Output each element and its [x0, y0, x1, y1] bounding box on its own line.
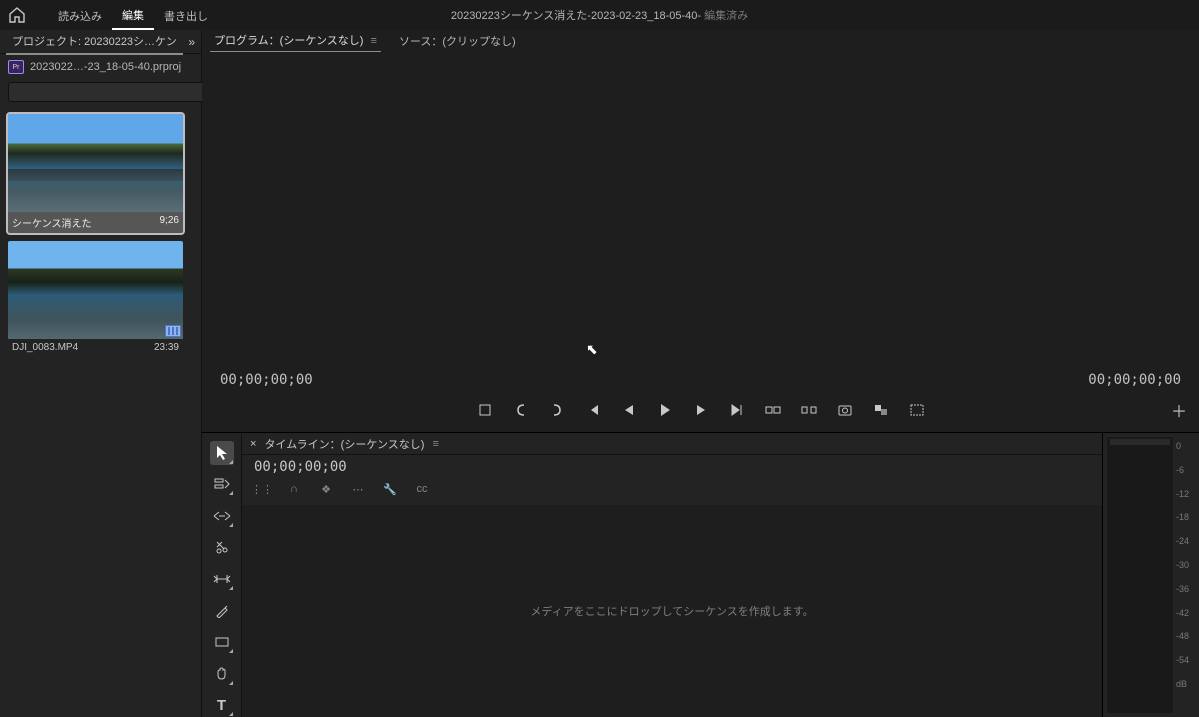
project-bins[interactable]: シーケンス消えた 9;26 DJI_0083.MP4 23:39	[0, 106, 201, 717]
duration-timecode: 00;00;00;00	[1088, 372, 1181, 388]
audio-meter-track	[1107, 437, 1173, 713]
timeline-timecode[interactable]: 00;00;00;00	[254, 459, 347, 475]
rectangle-tool[interactable]	[210, 630, 234, 654]
home-icon[interactable]	[8, 6, 26, 24]
lower-panels: T × タイムライン：(シーケンスなし) ≡ 00;00;00;00 ⋮⋮ ∩ …	[202, 433, 1199, 717]
marker-button[interactable]: ⋯	[350, 481, 366, 497]
clip-duration: 9;26	[160, 215, 179, 230]
clip-name: DJI_0083.MP4	[12, 342, 78, 353]
search-input[interactable]	[8, 82, 207, 102]
hand-tool[interactable]	[210, 662, 234, 686]
button-editor-button[interactable]: ＋	[1171, 398, 1187, 422]
meter-tick: -54	[1173, 655, 1195, 665]
timeline-drop-hint: メディアをここにドロップしてシーケンスを作成します。	[530, 603, 813, 619]
transport-controls: ＋	[202, 388, 1199, 432]
mouse-cursor-icon: ⬉	[586, 341, 598, 358]
project-panel: プロジェクト: 20230223シ…ケン » Pr 2023022…-23_18…	[0, 30, 202, 717]
play-button[interactable]	[656, 401, 674, 419]
meter-tick: -6	[1173, 465, 1195, 475]
insert-sequence-button[interactable]: ⋮⋮	[254, 481, 270, 497]
linked-selection-button[interactable]: ❖	[318, 481, 334, 497]
window-title-main: 20230223シーケンス消えた-2023-02-23_18-05-40-	[451, 10, 704, 22]
source-tab[interactable]: ソース：(クリップなし)	[395, 30, 520, 52]
monitor-tab-bar: プログラム：(シーケンスなし) ≡ ソース：(クリップなし)	[202, 30, 1199, 52]
premiere-project-icon: Pr	[8, 60, 24, 74]
project-file-row[interactable]: Pr 2023022…-23_18-05-40.prproj	[0, 54, 201, 78]
meter-tick: -42	[1173, 608, 1195, 618]
video-clip-icon	[165, 325, 181, 337]
meter-tick: 0	[1173, 441, 1195, 451]
track-select-tool[interactable]	[210, 473, 234, 497]
pen-tool[interactable]	[210, 599, 234, 623]
timeline-panel: × タイムライン：(シーケンスなし) ≡ 00;00;00;00 ⋮⋮ ∩ ❖ …	[242, 433, 1103, 717]
meter-tick: -30	[1173, 560, 1195, 570]
clip-thumbnail	[8, 114, 183, 212]
meter-tick: -12	[1173, 489, 1195, 499]
mark-out-button[interactable]	[548, 401, 566, 419]
extract-button[interactable]	[800, 401, 818, 419]
comparison-view-button[interactable]	[872, 401, 890, 419]
timeline-option-buttons: ⋮⋮ ∩ ❖ ⋯ 🔧 cc	[242, 477, 1102, 501]
clip-thumbnail	[8, 241, 183, 339]
panel-overflow-icon[interactable]: »	[188, 35, 195, 49]
mark-clip-button[interactable]	[476, 401, 494, 419]
go-to-out-button[interactable]	[728, 401, 746, 419]
razor-tool[interactable]	[210, 536, 234, 560]
go-to-in-button[interactable]	[584, 401, 602, 419]
ripple-edit-tool[interactable]	[210, 504, 234, 528]
program-tab-label: プログラム：(シーケンスなし)	[214, 35, 363, 47]
selection-tool[interactable]	[210, 441, 234, 465]
right-column: プログラム：(シーケンスなし) ≡ ソース：(クリップなし) ⬉ 00;00;0…	[202, 30, 1199, 717]
program-viewer[interactable]: ⬉	[202, 52, 1199, 368]
meter-tick: -36	[1173, 584, 1195, 594]
left-column: プロジェクト: 20230223シ…ケン » Pr 2023022…-23_18…	[0, 30, 202, 717]
project-panel-tab[interactable]: プロジェクト: 20230223シ…ケン	[6, 29, 183, 55]
workspace-tab-edit[interactable]: 編集	[112, 1, 154, 30]
timecode-row: 00;00;00;00 00;00;00;00	[202, 368, 1199, 388]
workspace-tab-export[interactable]: 書き出し	[154, 2, 218, 29]
window-title: 20230223シーケンス消えた-2023-02-23_18-05-40- 編集…	[451, 7, 748, 23]
clip-card-sequence[interactable]: シーケンス消えた 9;26	[8, 114, 183, 233]
meter-tick: dB	[1173, 679, 1195, 689]
snap-button[interactable]: ∩	[286, 481, 302, 497]
workspace-tab-import[interactable]: 読み込み	[48, 2, 112, 29]
timeline-tab-bar: × タイムライン：(シーケンスなし) ≡	[242, 433, 1102, 455]
timeline-toolbar: T	[202, 433, 242, 717]
captions-button[interactable]: cc	[414, 481, 430, 497]
current-timecode[interactable]: 00;00;00;00	[220, 372, 313, 388]
project-search-row: ▸◂	[0, 78, 201, 106]
lift-button[interactable]	[764, 401, 782, 419]
timeline-tab-label[interactable]: タイムライン：(シーケンスなし)	[264, 436, 424, 452]
project-file-name: 2023022…-23_18-05-40.prproj	[30, 61, 181, 73]
timeline-header: 00;00;00;00	[242, 455, 1102, 477]
program-tab[interactable]: プログラム：(シーケンスなし) ≡	[210, 29, 381, 53]
workspace: プロジェクト: 20230223シ…ケン » Pr 2023022…-23_18…	[0, 30, 1199, 717]
meter-tick: -48	[1173, 631, 1195, 641]
slip-tool[interactable]	[210, 567, 234, 591]
window-title-suffix: 編集済み	[704, 10, 748, 22]
meter-tick: -24	[1173, 536, 1195, 546]
step-forward-button[interactable]	[692, 401, 710, 419]
audio-meter-scale: 0 -6 -12 -18 -24 -30 -36 -42 -48 -54 dB	[1173, 437, 1195, 713]
timeline-panel-menu-icon[interactable]: ≡	[432, 438, 438, 450]
export-frame-button[interactable]	[836, 401, 854, 419]
close-timeline-tab-button[interactable]: ×	[250, 438, 256, 450]
timeline-settings-button[interactable]: 🔧	[382, 481, 398, 497]
project-panel-tabs: プロジェクト: 20230223シ…ケン »	[0, 30, 201, 54]
meter-tick: -18	[1173, 512, 1195, 522]
audio-meter-panel: 0 -6 -12 -18 -24 -30 -36 -42 -48 -54 dB	[1103, 433, 1199, 717]
type-tool[interactable]: T	[210, 694, 234, 717]
program-monitor: プログラム：(シーケンスなし) ≡ ソース：(クリップなし) ⬉ 00;00;0…	[202, 30, 1199, 433]
step-back-button[interactable]	[620, 401, 638, 419]
clip-duration: 23:39	[154, 342, 179, 353]
program-tab-menu-icon[interactable]: ≡	[371, 35, 377, 47]
safe-margins-button[interactable]	[908, 401, 926, 419]
clip-name: シーケンス消えた	[12, 215, 92, 230]
clip-card-video[interactable]: DJI_0083.MP4 23:39	[8, 241, 183, 356]
app-top-bar: 読み込み 編集 書き出し 20230223シーケンス消えた-2023-02-23…	[0, 0, 1199, 30]
mark-in-button[interactable]	[512, 401, 530, 419]
timeline-drop-zone[interactable]: メディアをここにドロップしてシーケンスを作成します。	[242, 505, 1102, 717]
